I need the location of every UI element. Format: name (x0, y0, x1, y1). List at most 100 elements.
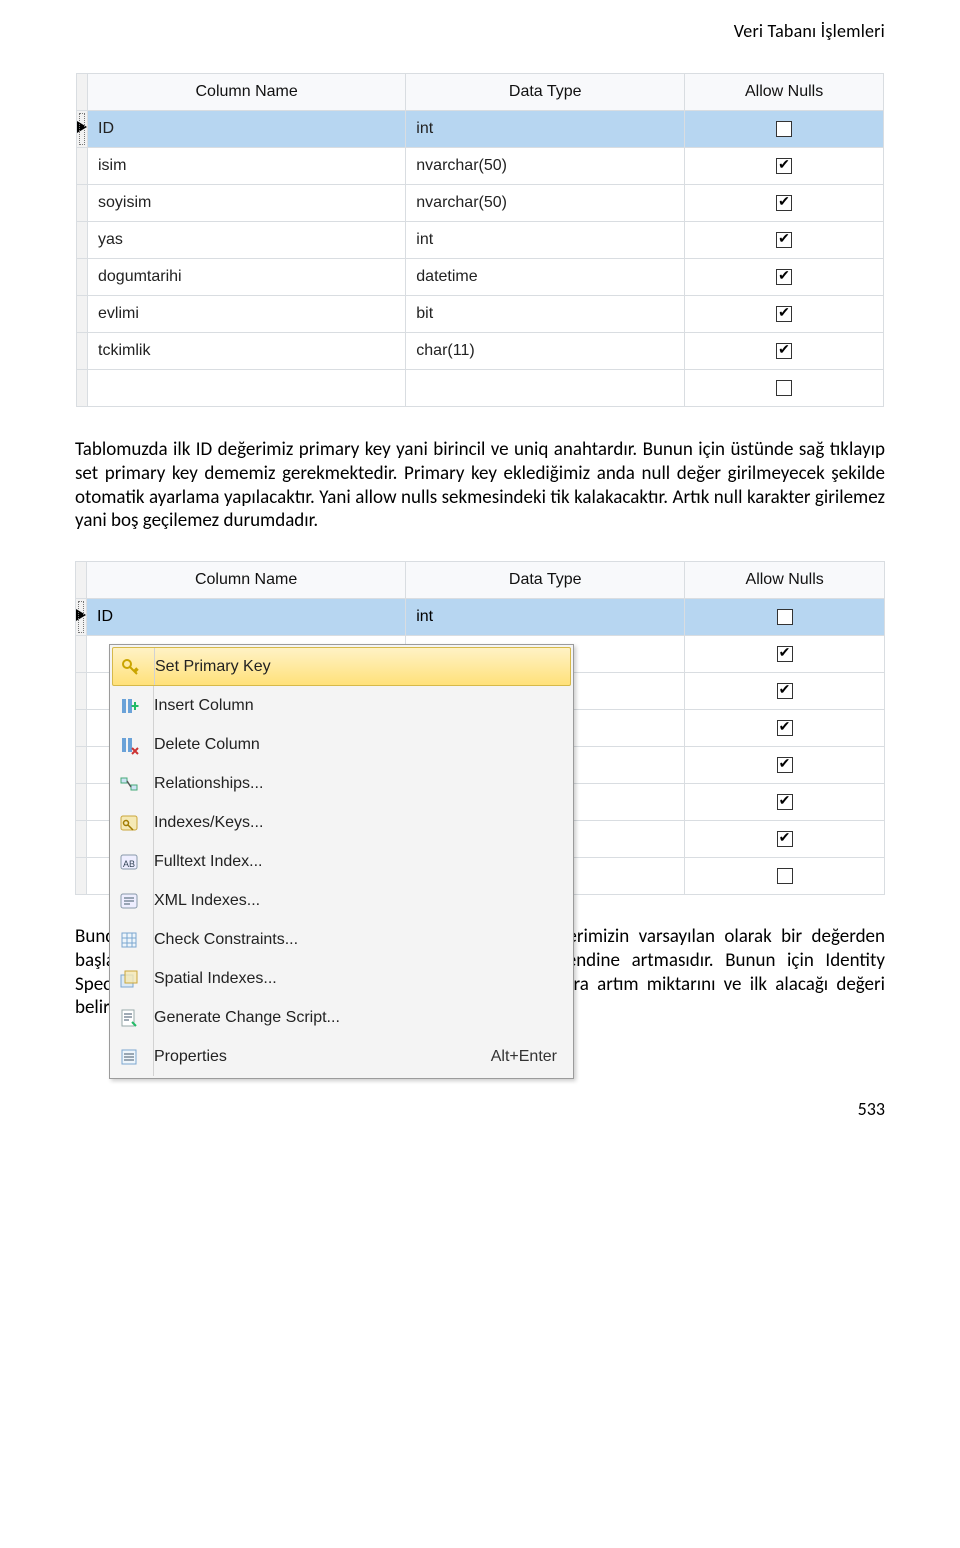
table-row[interactable] (77, 370, 884, 407)
menu-item-indexes-keys[interactable]: Indexes/Keys... (112, 803, 571, 842)
allow-nulls-cell[interactable] (685, 821, 885, 858)
allow-nulls-checkbox[interactable] (777, 794, 793, 810)
column-name-cell[interactable]: tckimlik (88, 333, 406, 370)
header-column-name[interactable]: Column Name (87, 562, 406, 599)
column-name-cell[interactable]: evlimi (88, 296, 406, 333)
allow-nulls-checkbox[interactable] (776, 195, 792, 211)
allow-nulls-checkbox[interactable] (776, 232, 792, 248)
row-gutter[interactable] (77, 111, 88, 148)
menu-item-generate-change-script[interactable]: Generate Change Script... (112, 998, 571, 1037)
data-type-cell[interactable]: bit (406, 296, 685, 333)
header-data-type[interactable]: Data Type (406, 74, 685, 111)
allow-nulls-checkbox[interactable] (776, 121, 792, 137)
allow-nulls-cell[interactable] (685, 599, 885, 636)
allow-nulls-checkbox[interactable] (776, 306, 792, 322)
menu-item-set-primary-key[interactable]: Set Primary Key (112, 647, 571, 686)
allow-nulls-checkbox[interactable] (776, 380, 792, 396)
row-gutter[interactable] (76, 710, 87, 747)
data-type-cell[interactable]: datetime (406, 259, 685, 296)
column-name-cell[interactable]: ID (87, 599, 406, 636)
menu-item-check-constraints[interactable]: Check Constraints... (112, 920, 571, 959)
table-row[interactable]: tckimlikchar(11) (77, 333, 884, 370)
allow-nulls-checkbox[interactable] (776, 158, 792, 174)
allow-nulls-cell[interactable] (685, 333, 884, 370)
spatial-icon (115, 965, 143, 993)
allow-nulls-checkbox[interactable] (776, 343, 792, 359)
allow-nulls-cell[interactable] (685, 148, 884, 185)
allow-nulls-checkbox[interactable] (777, 609, 793, 625)
data-type-cell[interactable]: int (406, 222, 685, 259)
allow-nulls-checkbox[interactable] (776, 269, 792, 285)
column-name-cell[interactable]: yas (88, 222, 406, 259)
data-type-cell[interactable]: int (406, 599, 685, 636)
allow-nulls-checkbox[interactable] (777, 646, 793, 662)
column-name-cell[interactable]: isim (88, 148, 406, 185)
allow-nulls-checkbox[interactable] (777, 831, 793, 847)
table-row[interactable]: soyisimnvarchar(50) (77, 185, 884, 222)
row-gutter[interactable] (77, 259, 88, 296)
menu-item-insert-column[interactable]: Insert Column (112, 686, 571, 725)
table-row[interactable]: yasint (77, 222, 884, 259)
allow-nulls-checkbox[interactable] (777, 868, 793, 884)
menu-item-shortcut: Alt+Enter (491, 1048, 565, 1066)
row-gutter[interactable] (76, 784, 87, 821)
data-type-cell[interactable]: int (406, 111, 685, 148)
data-type-cell[interactable]: nvarchar(50) (406, 185, 685, 222)
allow-nulls-cell[interactable] (685, 259, 884, 296)
menu-item-xml-indexes[interactable]: XML Indexes... (112, 881, 571, 920)
header-allow-nulls[interactable]: Allow Nulls (685, 74, 884, 111)
column-name-cell[interactable] (88, 370, 406, 407)
menu-item-label: XML Indexes... (154, 892, 565, 910)
column-name-cell[interactable]: ID (88, 111, 406, 148)
menu-item-delete-column[interactable]: Delete Column (112, 725, 571, 764)
header-allow-nulls[interactable]: Allow Nulls (685, 562, 885, 599)
row-gutter[interactable] (76, 599, 87, 636)
row-gutter[interactable] (76, 673, 87, 710)
table-row[interactable]: IDint (76, 599, 885, 636)
menu-item-spatial-indexes[interactable]: Spatial Indexes... (112, 959, 571, 998)
row-gutter[interactable] (77, 333, 88, 370)
allow-nulls-cell[interactable] (685, 784, 885, 821)
row-gutter[interactable] (76, 858, 87, 895)
data-type-cell[interactable]: char(11) (406, 333, 685, 370)
allow-nulls-checkbox[interactable] (777, 683, 793, 699)
row-gutter[interactable] (77, 222, 88, 259)
row-gutter[interactable] (77, 370, 88, 407)
row-gutter[interactable] (77, 185, 88, 222)
menu-item-properties[interactable]: PropertiesAlt+Enter (112, 1037, 571, 1076)
menu-item-relationships[interactable]: Relationships... (112, 764, 571, 803)
allow-nulls-cell[interactable] (685, 858, 885, 895)
menu-item-fulltext-index[interactable]: ABFulltext Index... (112, 842, 571, 881)
column-name-cell[interactable]: soyisim (88, 185, 406, 222)
row-gutter[interactable] (76, 636, 87, 673)
allow-nulls-cell[interactable] (685, 222, 884, 259)
header-data-type[interactable]: Data Type (406, 562, 685, 599)
row-gutter[interactable] (77, 148, 88, 185)
row-gutter[interactable] (76, 747, 87, 784)
data-type-cell[interactable] (406, 370, 685, 407)
allow-nulls-cell[interactable] (685, 673, 885, 710)
table-row[interactable]: IDint (77, 111, 884, 148)
allow-nulls-cell[interactable] (685, 747, 885, 784)
allow-nulls-cell[interactable] (685, 710, 885, 747)
allow-nulls-checkbox[interactable] (777, 720, 793, 736)
fulltext-icon: AB (115, 848, 143, 876)
allow-nulls-cell[interactable] (685, 370, 884, 407)
menu-item-label: Relationships... (154, 775, 565, 793)
column-name-cell[interactable]: dogumtarihi (88, 259, 406, 296)
row-gutter[interactable] (76, 821, 87, 858)
allow-nulls-cell[interactable] (685, 296, 884, 333)
table-row[interactable]: dogumtarihidatetime (77, 259, 884, 296)
allow-nulls-cell[interactable] (685, 111, 884, 148)
allow-nulls-cell[interactable] (685, 185, 884, 222)
allow-nulls-checkbox[interactable] (777, 757, 793, 773)
header-column-name[interactable]: Column Name (88, 74, 406, 111)
table-row[interactable]: evlimibit (77, 296, 884, 333)
table-row[interactable]: isimnvarchar(50) (77, 148, 884, 185)
allow-nulls-cell[interactable] (685, 636, 885, 673)
data-type-cell[interactable]: nvarchar(50) (406, 148, 685, 185)
key-icon (116, 653, 144, 681)
gutter-header (77, 74, 88, 111)
row-gutter[interactable] (77, 296, 88, 333)
menu-item-label: Delete Column (154, 736, 565, 754)
